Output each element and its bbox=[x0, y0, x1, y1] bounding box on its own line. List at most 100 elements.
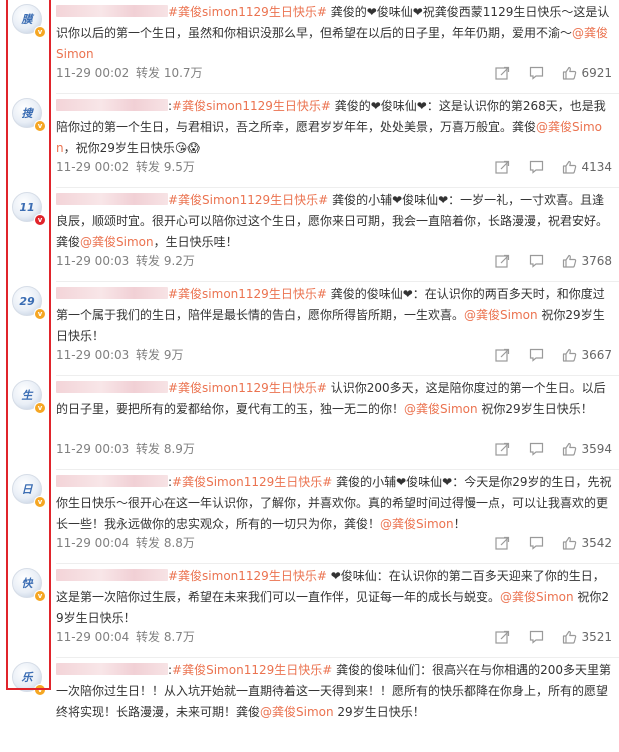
repost-count: 转发 8.8万 bbox=[136, 536, 195, 550]
blurred-username[interactable] bbox=[56, 569, 168, 581]
repost-count: 转发 10.7万 bbox=[136, 66, 203, 80]
mention-link[interactable]: @龚俊Simon bbox=[80, 235, 154, 249]
post-meta: 11-29 00:03 转发 8.9万 3594 bbox=[56, 440, 612, 458]
thumbs-up-icon bbox=[562, 160, 577, 174]
blurred-username[interactable] bbox=[56, 99, 168, 111]
comment-icon[interactable] bbox=[529, 442, 544, 456]
post-time[interactable]: 11-29 00:03 bbox=[56, 346, 129, 364]
share-icon[interactable] bbox=[495, 66, 510, 80]
blurred-username[interactable] bbox=[56, 381, 168, 393]
verified-badge-icon: v bbox=[34, 26, 46, 38]
post-actions: 4134 bbox=[495, 158, 612, 176]
comment-icon[interactable] bbox=[529, 348, 544, 362]
share-icon[interactable] bbox=[495, 160, 510, 174]
post-time[interactable]: 11-29 00:02 bbox=[56, 64, 129, 82]
avatar-char: 乐 bbox=[21, 671, 33, 684]
blurred-username[interactable] bbox=[56, 475, 168, 487]
post-text-after: 29岁生日快乐！ bbox=[333, 705, 425, 719]
comment-icon[interactable] bbox=[529, 160, 544, 174]
weibo-post: 搜 v:#龚俊simon1129生日快乐# 龚俊的❤俊味仙❤：这是认识你的第268… bbox=[0, 94, 619, 188]
hashtag-link[interactable]: #龚俊simon1129生日快乐# bbox=[168, 287, 327, 301]
like-count: 3594 bbox=[581, 442, 612, 456]
post-meta: 11-29 00:04 转发 8.7万 3521 bbox=[56, 628, 612, 646]
share-icon[interactable] bbox=[495, 536, 510, 550]
post-meta: 11-29 00:02 转发 10.7万 6921 bbox=[56, 64, 612, 82]
avatar-char: 生 bbox=[21, 389, 33, 402]
post-time[interactable]: 11-29 00:04 bbox=[56, 628, 129, 646]
comment-icon[interactable] bbox=[529, 254, 544, 268]
comment-icon[interactable] bbox=[529, 66, 544, 80]
verified-badge-icon: v bbox=[34, 590, 46, 602]
post-content: #龚俊simon1129生日快乐# 龚俊的❤俊味仙❤祝龚俊西蒙1129生日快乐～… bbox=[56, 2, 612, 65]
post-meta: 11-29 00:03 转发 9.2万 3768 bbox=[56, 252, 612, 270]
repost-count: 转发 8.9万 bbox=[136, 442, 195, 456]
blurred-username[interactable] bbox=[56, 287, 168, 299]
like-button[interactable]: 3768 bbox=[562, 252, 612, 270]
repost-count: 转发 8.7万 bbox=[136, 630, 195, 644]
post-actions: 3521 bbox=[495, 628, 612, 646]
avatar-char: 膜 bbox=[21, 13, 33, 26]
weibo-post: 快 v #龚俊simon1129生日快乐# ❤俊味仙：在认识你的第二百多天迎来了你的… bbox=[0, 564, 619, 658]
like-button[interactable]: 6921 bbox=[562, 64, 612, 82]
mention-link[interactable]: @龚俊Simon bbox=[464, 308, 538, 322]
verified-badge-icon: v bbox=[34, 402, 46, 414]
mention-link[interactable]: @龚俊Simon bbox=[404, 402, 478, 416]
share-icon[interactable] bbox=[495, 630, 510, 644]
hashtag-link[interactable]: #龚俊Simon1129生日快乐# bbox=[172, 475, 332, 489]
post-actions: 3542 bbox=[495, 534, 612, 552]
post-content: #龚俊simon1129生日快乐# ❤俊味仙：在认识你的第二百多天迎来了你的生日… bbox=[56, 566, 612, 629]
post-text-after: 祝你29岁生日快乐！ bbox=[477, 402, 593, 416]
avatar-char: 快 bbox=[21, 577, 33, 590]
hashtag-link[interactable]: #龚俊simon1129生日快乐# bbox=[168, 381, 327, 395]
like-count: 4134 bbox=[581, 160, 612, 174]
blurred-username[interactable] bbox=[56, 663, 168, 675]
like-button[interactable]: 3521 bbox=[562, 628, 612, 646]
post-time[interactable]: 11-29 00:03 bbox=[56, 440, 129, 458]
weibo-post: 29 v #龚俊simon1129生日快乐# 龚俊的俊味仙❤：在认识你的两百多天时，… bbox=[0, 282, 619, 376]
like-count: 6921 bbox=[581, 66, 612, 80]
share-icon[interactable] bbox=[495, 254, 510, 268]
share-icon[interactable] bbox=[495, 348, 510, 362]
post-actions: 3768 bbox=[495, 252, 612, 270]
mention-link[interactable]: @龚俊Simon bbox=[260, 705, 334, 719]
weibo-post: 日 v:#龚俊Simon1129生日快乐# 龚俊的小辅❤俊味仙❤：今天是你29岁的… bbox=[0, 470, 619, 564]
like-count: 3521 bbox=[581, 630, 612, 644]
mention-link[interactable]: @龚俊Simon bbox=[380, 517, 454, 531]
post-actions: 3594 bbox=[495, 440, 612, 458]
post-time[interactable]: 11-29 00:03 bbox=[56, 252, 129, 270]
hashtag-link[interactable]: #龚俊simon1129生日快乐# bbox=[172, 99, 331, 113]
hashtag-link[interactable]: #龚俊Simon1129生日快乐# bbox=[172, 663, 332, 677]
avatar-char: 29 bbox=[19, 294, 35, 308]
post-actions: 6921 bbox=[495, 64, 612, 82]
thumbs-up-icon bbox=[562, 254, 577, 268]
hashtag-link[interactable]: #龚俊simon1129生日快乐# bbox=[168, 5, 327, 19]
hashtag-link[interactable]: #龚俊simon1129生日快乐# bbox=[168, 569, 327, 583]
comment-icon[interactable] bbox=[529, 630, 544, 644]
thumbs-up-icon bbox=[562, 630, 577, 644]
post-meta: 11-29 00:03 转发 9万 3667 bbox=[56, 346, 612, 364]
like-button[interactable]: 3594 bbox=[562, 440, 612, 458]
weibo-feed: 膜 v #龚俊simon1129生日快乐# 龚俊的❤俊味仙❤祝龚俊西蒙1129生日快… bbox=[0, 0, 619, 752]
weibo-post: 膜 v #龚俊simon1129生日快乐# 龚俊的❤俊味仙❤祝龚俊西蒙1129生日快… bbox=[0, 0, 619, 94]
comment-icon[interactable] bbox=[529, 536, 544, 550]
post-content: #龚俊simon1129生日快乐# 龚俊的俊味仙❤：在认识你的两百多天时，和你度… bbox=[56, 284, 612, 347]
like-count: 3768 bbox=[581, 254, 612, 268]
post-text-after: ，祝你29岁生日快乐😘😱 bbox=[63, 141, 200, 155]
hashtag-link[interactable]: #龚俊Simon1129生日快乐# bbox=[168, 193, 328, 207]
like-button[interactable]: 3667 bbox=[562, 346, 612, 364]
weibo-post: 11 v #龚俊Simon1129生日快乐# 龚俊的小辅❤俊味仙❤：一岁一礼，一寸欢… bbox=[0, 188, 619, 282]
like-button[interactable]: 4134 bbox=[562, 158, 612, 176]
post-content: :#龚俊Simon1129生日快乐# 龚俊的小辅❤俊味仙❤：今天是你29岁的生日… bbox=[56, 472, 612, 535]
share-icon[interactable] bbox=[495, 442, 510, 456]
mention-link[interactable]: @龚俊Simon bbox=[500, 590, 574, 604]
thumbs-up-icon bbox=[562, 66, 577, 80]
post-time[interactable]: 11-29 00:02 bbox=[56, 158, 129, 176]
blurred-username[interactable] bbox=[56, 193, 168, 205]
avatar-char: 搜 bbox=[21, 107, 33, 120]
post-time[interactable]: 11-29 00:04 bbox=[56, 534, 129, 552]
verified-badge-icon: v bbox=[34, 496, 46, 508]
blurred-username[interactable] bbox=[56, 5, 168, 17]
repost-count: 转发 9.5万 bbox=[136, 160, 195, 174]
repost-count: 转发 9.2万 bbox=[136, 254, 195, 268]
like-button[interactable]: 3542 bbox=[562, 534, 612, 552]
